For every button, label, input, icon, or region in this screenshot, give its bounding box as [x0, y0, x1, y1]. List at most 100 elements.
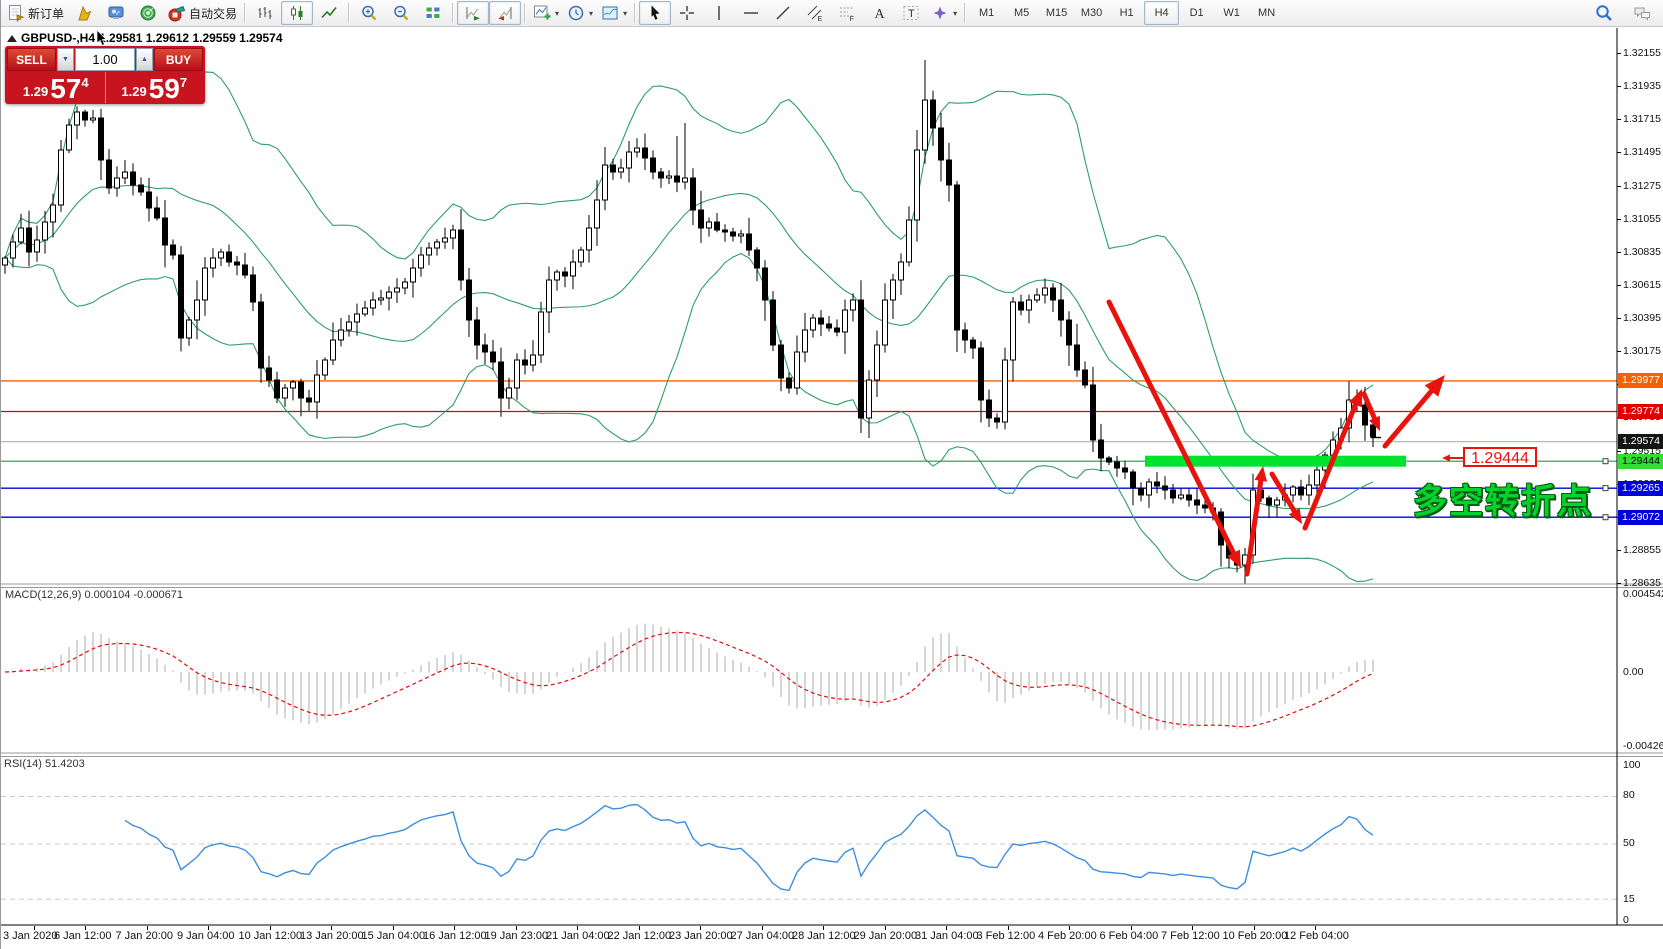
open-chart-button[interactable]: [100, 1, 132, 25]
time-axis-label: 28 Jan 12:00: [792, 930, 856, 942]
buy-button[interactable]: BUY: [154, 48, 203, 71]
new-order-icon: [7, 4, 25, 22]
price-axis-label: 1.30835: [1623, 246, 1661, 258]
trend-arrow-segment-1[interactable]: [1109, 302, 1235, 557]
timeframe-w1-button[interactable]: W1: [1214, 1, 1249, 25]
timeframe-h1-button[interactable]: H1: [1109, 1, 1144, 25]
arrows-button[interactable]: ▾: [927, 1, 961, 25]
trendline-button[interactable]: [767, 1, 799, 25]
candle-body: [403, 282, 408, 288]
candle-body: [1195, 500, 1200, 505]
trend-arrow-segment-6[interactable]: [1385, 387, 1435, 446]
line-chart-button[interactable]: [313, 1, 345, 25]
chevron-down-icon[interactable]: ▾: [555, 9, 559, 18]
candle-body: [99, 118, 104, 160]
text-label-button[interactable]: T: [895, 1, 927, 25]
market-scanner-button[interactable]: [132, 1, 164, 25]
volume-input[interactable]: 1.00: [75, 48, 135, 71]
horizontal-line-button[interactable]: [735, 1, 767, 25]
timeframe-m30-button[interactable]: M30: [1074, 1, 1109, 25]
vertical-line-button[interactable]: [703, 1, 735, 25]
candle-body: [299, 382, 304, 398]
candle-body: [531, 355, 536, 365]
time-axis-label: 3 Jan 2020: [3, 930, 57, 942]
candle-body: [1363, 405, 1368, 425]
chart-shift-icon: [496, 4, 514, 22]
macd-panel[interactable]: [5, 624, 1373, 730]
templates-button[interactable]: ▾: [597, 1, 631, 25]
candle-body: [235, 262, 240, 265]
candle-body: [179, 255, 184, 338]
crosshair-button[interactable]: [671, 1, 703, 25]
time-axis-label: 23 Jan 20:00: [669, 930, 733, 942]
rsi-panel[interactable]: [1, 797, 1617, 900]
quick-trade-button[interactable]: [68, 1, 100, 25]
line-selection-handle[interactable]: [1603, 486, 1608, 491]
new-order-button[interactable]: 新订单: [3, 1, 68, 25]
auto-scroll-button[interactable]: [457, 1, 489, 25]
candle-body: [291, 382, 296, 388]
price-axis-tick: [1617, 351, 1621, 352]
tile-windows-button[interactable]: [417, 1, 449, 25]
candle-body: [107, 160, 112, 188]
price-axis-label: 1.32155: [1623, 47, 1661, 59]
cursor-button[interactable]: [639, 1, 671, 25]
candle-body: [731, 232, 736, 236]
zoom-out-button[interactable]: [385, 1, 417, 25]
candle-body: [779, 345, 784, 378]
price-badge-1.29774: 1.29774: [1618, 404, 1663, 419]
timeframe-m15-button[interactable]: M15: [1039, 1, 1074, 25]
turning-point-annotation[interactable]: 多空转折点: [1413, 474, 1593, 523]
buy-price[interactable]: 1.29 59 7: [106, 72, 204, 103]
price-axis-tick: [1617, 152, 1621, 153]
candle-body: [11, 242, 16, 258]
zoom-in-button[interactable]: [353, 1, 385, 25]
candle-body: [83, 112, 88, 120]
candle-body: [691, 178, 696, 210]
chart-shift-button[interactable]: [489, 1, 521, 25]
main-chart-panel[interactable]: [1, 60, 1617, 585]
text-button[interactable]: A: [863, 1, 895, 25]
indicators-button[interactable]: ▾: [529, 1, 563, 25]
candle-body: [443, 238, 448, 242]
toolbar-separator: [348, 3, 349, 23]
line-selection-handle[interactable]: [1603, 515, 1608, 520]
search-button[interactable]: [1588, 1, 1620, 25]
price-annotation-label[interactable]: 1.29444: [1463, 447, 1537, 467]
auto-trading-button[interactable]: 自动交易: [164, 1, 241, 25]
volume-decrease-button[interactable]: ▼: [57, 48, 74, 71]
candle-body: [747, 234, 752, 250]
candle-body: [387, 292, 392, 298]
timeframe-m1-button[interactable]: M1: [969, 1, 1004, 25]
periods-button[interactable]: ▾: [563, 1, 597, 25]
candle-body: [203, 268, 208, 300]
sell-button[interactable]: SELL: [7, 48, 56, 71]
line-chart-icon: [320, 4, 338, 22]
one-click-collapse-icon[interactable]: [7, 35, 17, 42]
candle-body: [827, 324, 832, 328]
chevron-down-icon[interactable]: ▾: [953, 9, 957, 18]
time-axis-label: 10 Feb 20:00: [1223, 930, 1288, 942]
line-selection-handle[interactable]: [1603, 459, 1608, 464]
candle-body: [1115, 462, 1120, 468]
candle-body: [611, 165, 616, 172]
timeframe-h4-button[interactable]: H4: [1144, 1, 1179, 25]
timeframe-d1-button[interactable]: D1: [1179, 1, 1214, 25]
chevron-down-icon[interactable]: ▾: [589, 9, 593, 18]
charts-icon: [107, 4, 125, 22]
candle-body: [1099, 440, 1104, 458]
candle-chart-button[interactable]: [281, 1, 313, 25]
bar-chart-button[interactable]: [249, 1, 281, 25]
timeframe-m5-button[interactable]: M5: [1004, 1, 1039, 25]
candle-body: [891, 280, 896, 300]
candle-body: [539, 312, 544, 355]
chevron-down-icon[interactable]: ▾: [623, 9, 627, 18]
timeframe-mn-button[interactable]: MN: [1249, 1, 1284, 25]
chat-button[interactable]: [1626, 1, 1658, 25]
sell-price[interactable]: 1.29 57 4: [7, 72, 106, 103]
fibonacci-button[interactable]: F: [831, 1, 863, 25]
time-axis-label: 7 Feb 12:00: [1161, 930, 1220, 942]
candle-body: [811, 318, 816, 330]
channel-button[interactable]: E: [799, 1, 831, 25]
volume-increase-button[interactable]: ▲: [136, 48, 153, 71]
